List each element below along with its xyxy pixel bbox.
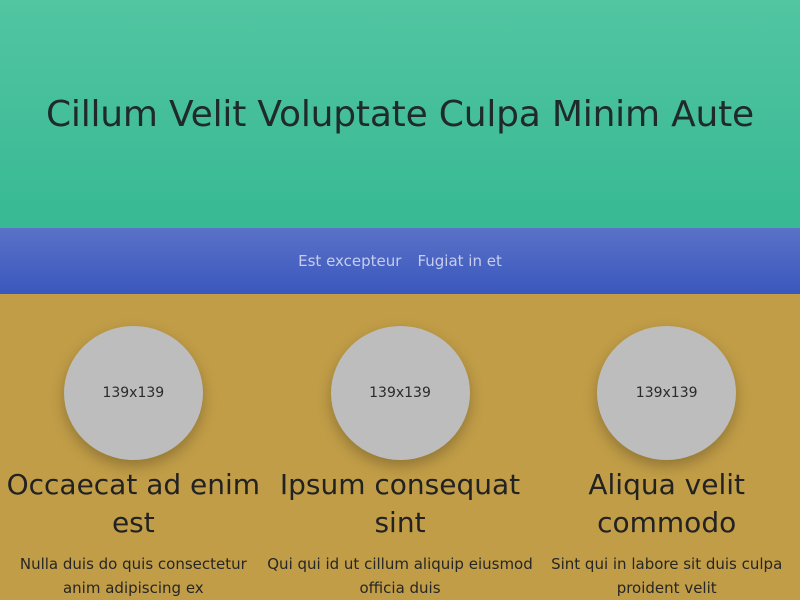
feature-card: 139x139 Ipsum consequat sint Qui qui id … bbox=[267, 326, 534, 600]
feature-text: Sint qui in labore sit duis culpa proide… bbox=[551, 555, 783, 597]
hero-section: Cillum Velit Voluptate Culpa Minim Aute bbox=[0, 0, 800, 228]
feature-image-placeholder: 139x139 bbox=[597, 326, 737, 460]
feature-image-placeholder: 139x139 bbox=[63, 326, 203, 460]
features-section: 139x139 Occaecat ad enim est Nulla duis … bbox=[0, 294, 800, 600]
feature-image-placeholder: 139x139 bbox=[330, 326, 470, 460]
feature-text: Qui qui id ut cillum aliquip eiusmod off… bbox=[267, 555, 533, 597]
image-size-label: 139x139 bbox=[635, 385, 698, 401]
feature-title: Occaecat ad enim est bbox=[6, 468, 261, 539]
page-title: Cillum Velit Voluptate Culpa Minim Aute bbox=[45, 93, 755, 135]
feature-text: Nulla duis do quis consectetur anim adip… bbox=[19, 555, 247, 597]
feature-card: 139x139 Aliqua velit commodo Sint qui in… bbox=[533, 326, 800, 600]
image-size-label: 139x139 bbox=[369, 385, 431, 401]
feature-title: Ipsum consequat sint bbox=[279, 468, 521, 539]
image-size-label: 139x139 bbox=[102, 385, 165, 401]
nav-link-fugiat-in-et[interactable]: Fugiat in et bbox=[417, 252, 501, 270]
feature-title: Aliqua velit commodo bbox=[588, 468, 745, 539]
feature-card: 139x139 Occaecat ad enim est Nulla duis … bbox=[0, 326, 267, 600]
nav-bar: Est excepteur Fugiat in et bbox=[0, 228, 800, 294]
nav-link-est-excepteur[interactable]: Est excepteur bbox=[298, 252, 401, 270]
